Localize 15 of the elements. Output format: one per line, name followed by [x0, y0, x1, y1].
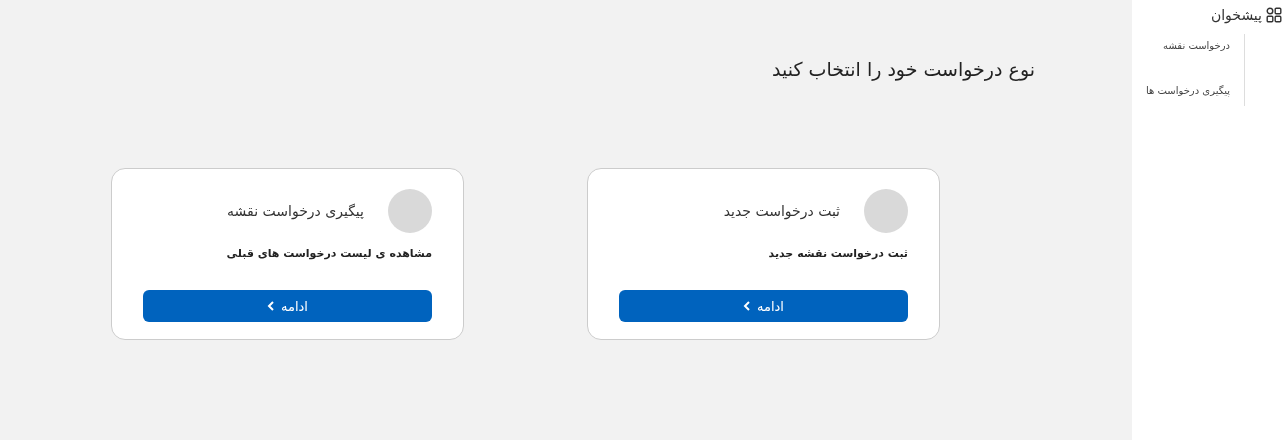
chevron-icon — [743, 301, 752, 311]
sidebar-item[interactable]: درخواست نقشه — [1132, 40, 1230, 51]
card-description: مشاهده ی لیست درخواست های قبلی — [225, 247, 432, 260]
card-description: ثبت درخواست نقشه جدید — [767, 247, 908, 260]
grid-icon — [1266, 7, 1282, 23]
page-heading: نوع درخواست خود را انتخاب کنید — [771, 58, 1035, 80]
sidebar-title: پیشخوان — [1210, 7, 1262, 23]
sidebar-item[interactable]: پیگیری درخواست ها — [1132, 85, 1230, 96]
card-title: ثبت درخواست جدید — [723, 203, 840, 219]
continue-button[interactable]: ادامه — [143, 290, 432, 322]
continue-button[interactable]: ادامه — [619, 290, 908, 322]
card-title: پیگیری درخواست نقشه — [227, 203, 364, 219]
chevron-icon — [267, 301, 276, 311]
placeholder-circle — [388, 189, 432, 233]
placeholder-circle — [864, 189, 908, 233]
